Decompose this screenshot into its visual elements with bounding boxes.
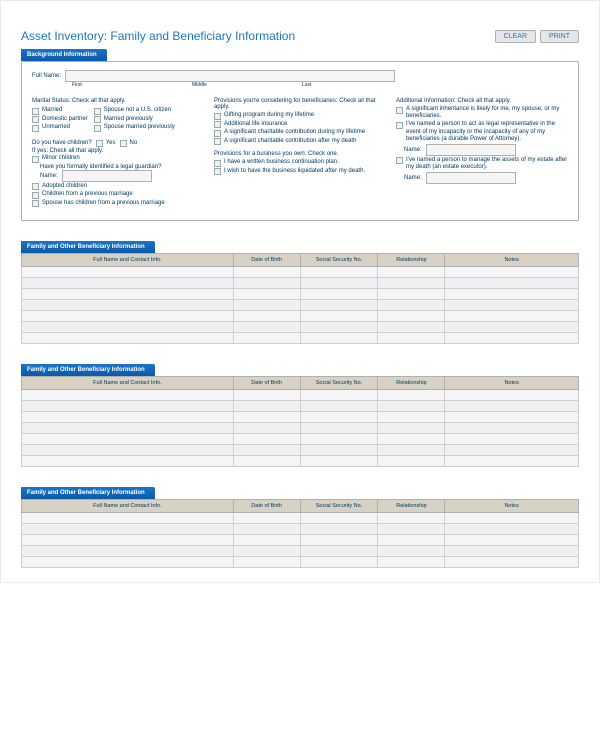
ck-unmarried[interactable]: Unmarried <box>32 124 88 132</box>
children-q: Do you have children? Yes No <box>32 139 204 149</box>
full-name-row: Full Name: <box>32 70 568 82</box>
table-row[interactable] <box>22 557 579 568</box>
print-button[interactable]: PRINT <box>540 30 579 43</box>
ck-poa[interactable]: I've named a person to act as legal repr… <box>396 121 568 143</box>
guardian-name-row: Name: <box>40 170 204 182</box>
ck-charlife[interactable]: A significant charitable contribution du… <box>214 129 386 137</box>
table-row[interactable] <box>22 456 579 467</box>
background-panel: Full Name: First Middle Last Marital Sta… <box>21 61 579 221</box>
full-name-input[interactable] <box>65 70 395 82</box>
benef-block-3: Family and Other Beneficiary Information… <box>21 481 579 568</box>
poa-name-input[interactable] <box>426 144 516 156</box>
ck-bizliq[interactable]: I wish to have the business liquidated a… <box>214 168 386 176</box>
executor-name-row: Name: <box>404 172 568 184</box>
th-ssn: Social Security No. <box>300 254 378 267</box>
ck-notcitizen[interactable]: Spouse not a U.S. citizen <box>94 107 175 115</box>
ck-prev[interactable]: Children from a previous marriage <box>32 191 204 199</box>
table-row[interactable] <box>22 401 579 412</box>
table-row[interactable] <box>22 311 579 322</box>
ck-spousechild[interactable]: Spouse has children from a previous marr… <box>32 200 204 208</box>
middle-caption: Middle <box>192 82 302 88</box>
provisions-heading: Provisions you're considering for benefi… <box>214 98 386 110</box>
children-ifyes: If yes: Check all that apply. <box>32 148 204 154</box>
ck-inherit[interactable]: A significant inheritance is likely for … <box>396 106 568 120</box>
table-row[interactable] <box>22 412 579 423</box>
page: Asset Inventory: Family and Beneficiary … <box>0 0 600 583</box>
ck-chardeath[interactable]: A significant charitable contribution af… <box>214 138 386 146</box>
table-row[interactable] <box>22 322 579 333</box>
benef-block-1: Family and Other Beneficiary Information… <box>21 235 579 344</box>
page-title: Asset Inventory: Family and Beneficiary … <box>21 29 295 43</box>
first-caption: First <box>72 82 192 88</box>
ck-executor[interactable]: I've named a person to manage the assets… <box>396 157 568 171</box>
name-captions: First Middle Last <box>72 82 568 88</box>
table-row[interactable] <box>22 278 579 289</box>
ck-married[interactable]: Married <box>32 107 88 115</box>
table-row[interactable] <box>22 445 579 456</box>
col-provisions: Provisions you're considering for benefi… <box>214 94 386 208</box>
table-row[interactable] <box>22 333 579 344</box>
ck-yes[interactable]: Yes <box>96 140 116 148</box>
ck-lifeins[interactable]: Additional life insurance <box>214 121 386 129</box>
th-dob: Date of Birth <box>233 254 300 267</box>
executor-name-input[interactable] <box>426 172 516 184</box>
benef-tab-3: Family and Other Beneficiary Information <box>21 487 155 499</box>
col-additional: Additional Information: Check all that a… <box>396 94 568 208</box>
ck-adopted[interactable]: Adopted children <box>32 183 204 191</box>
benef-block-2: Family and Other Beneficiary Information… <box>21 358 579 467</box>
ck-no[interactable]: No <box>120 140 138 148</box>
last-caption: Last <box>302 82 311 88</box>
ck-marriedprev[interactable]: Married previously <box>94 116 175 124</box>
table-row[interactable] <box>22 524 579 535</box>
th-rel: Relationship <box>378 254 445 267</box>
ck-bizplan[interactable]: I have a written business continuation p… <box>214 159 386 167</box>
full-name-label: Full Name: <box>32 73 61 79</box>
poa-name-row: Name: <box>404 144 568 156</box>
col-marital: Marital Status: Check all that apply. Ma… <box>32 94 204 208</box>
table-row[interactable] <box>22 300 579 311</box>
marital-grid: Married Domestic partner Unmarried Spous… <box>32 106 204 133</box>
ck-minor[interactable]: Minor children <box>32 155 204 163</box>
th-notes: Notes <box>445 254 579 267</box>
table-row[interactable] <box>22 267 579 278</box>
table-row[interactable] <box>22 434 579 445</box>
ck-domestic[interactable]: Domestic partner <box>32 116 88 124</box>
benef-table-3: Full Name and Contact Info. Date of Birt… <box>21 499 579 568</box>
table-row[interactable] <box>22 535 579 546</box>
table-row[interactable] <box>22 546 579 557</box>
background-tab: Background Information <box>21 49 107 61</box>
clear-button[interactable]: CLEAR <box>495 30 536 43</box>
additional-heading: Additional Information: Check all that a… <box>396 98 568 104</box>
action-buttons: CLEAR PRINT <box>495 30 579 43</box>
benef-table-1: Full Name and Contact Info. Date of Birt… <box>21 253 579 344</box>
benef-tab-1: Family and Other Beneficiary Information <box>21 241 155 253</box>
marital-heading: Marital Status: Check all that apply. <box>32 98 204 104</box>
title-row: Asset Inventory: Family and Beneficiary … <box>21 29 579 43</box>
guardian-name-input[interactable] <box>62 170 152 182</box>
th-contact: Full Name and Contact Info. <box>22 254 234 267</box>
table-row[interactable] <box>22 390 579 401</box>
business-heading: Provisions for a business you own: Check… <box>214 151 386 157</box>
benef-tab-2: Family and Other Beneficiary Information <box>21 364 155 376</box>
table-row[interactable] <box>22 423 579 434</box>
table-row[interactable] <box>22 289 579 300</box>
ck-gifting[interactable]: Gifting program during my lifetime <box>214 112 386 120</box>
benef-table-2: Full Name and Contact Info. Date of Birt… <box>21 376 579 467</box>
ck-spouseprev[interactable]: Spouse married previously <box>94 124 175 132</box>
columns: Marital Status: Check all that apply. Ma… <box>32 94 568 208</box>
table-row[interactable] <box>22 513 579 524</box>
